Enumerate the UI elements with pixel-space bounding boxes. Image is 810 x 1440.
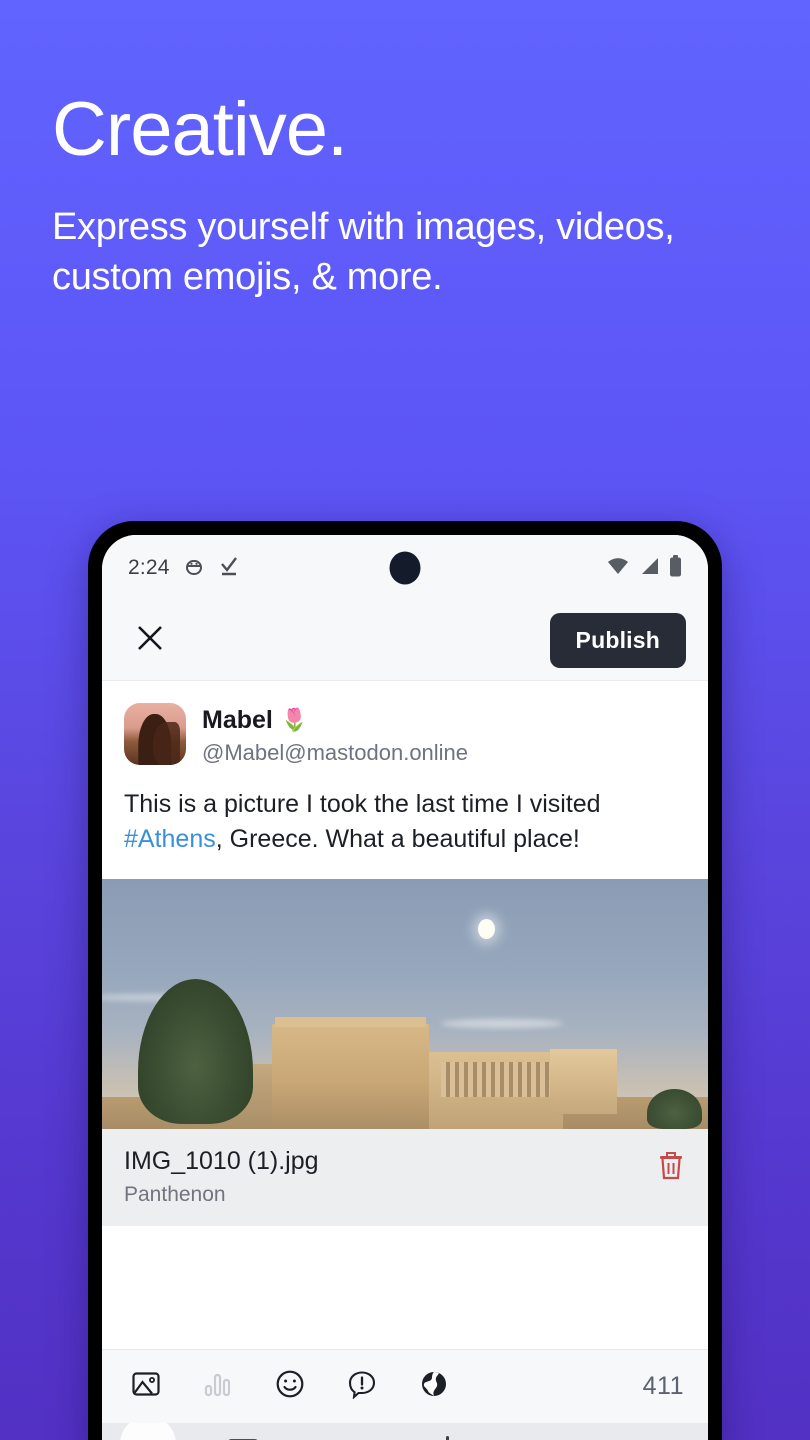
compose-action-bar: 411 [102, 1349, 708, 1423]
attachment-filename: IMG_1010 (1).jpg [124, 1147, 319, 1175]
compose-empty-space [102, 1226, 708, 1349]
account-text: Mabel 🌷 @Mabel@mastodon.online [202, 703, 468, 767]
hashtag-link[interactable]: #Athens [124, 825, 216, 853]
status-bar-right [606, 554, 682, 582]
compose-text-part-2: , Greece. What a beautiful place! [215, 825, 580, 853]
camera-punch-hole [389, 551, 421, 585]
photo-cloud [441, 1019, 563, 1028]
attachment-description: Panthenon [124, 1183, 226, 1206]
account-display-name: Mabel 🌷 [202, 705, 468, 735]
page-title: Creative. [52, 87, 348, 172]
cellular-signal-icon [639, 557, 660, 580]
attachment-row[interactable]: IMG_1010 (1).jpg Panthenon [102, 1129, 708, 1226]
emoji-button[interactable] [270, 1367, 310, 1407]
attachment-info: IMG_1010 (1).jpg Panthenon [124, 1145, 319, 1208]
close-icon [135, 623, 165, 658]
android-debug-icon [184, 555, 204, 582]
account-name-text: Mabel [202, 706, 273, 734]
photo-columns [441, 1061, 557, 1097]
delete-attachment-button[interactable] [656, 1145, 686, 1186]
globe-icon [419, 1369, 449, 1404]
promo-copy: Creative. Express yourself with images, … [52, 88, 772, 302]
emoji-smiley-icon [275, 1369, 305, 1404]
photo-tree-right [647, 1089, 702, 1129]
page-subtitle: Express yourself with images, videos, cu… [52, 206, 675, 298]
wifi-icon [606, 557, 630, 580]
keyboard-suggestion-strip[interactable] [102, 1423, 708, 1440]
trash-icon [656, 1152, 686, 1185]
battery-icon [669, 554, 682, 582]
close-button[interactable] [128, 619, 172, 663]
add-poll-button[interactable] [198, 1367, 238, 1407]
content-warning-button[interactable] [342, 1367, 382, 1407]
compose-text-input[interactable]: This is a picture I took the last time I… [124, 771, 686, 879]
photo-moon [477, 919, 495, 939]
compose-text-part-1: This is a picture I took the last time I… [124, 790, 601, 818]
phone-screen: 2:24 Publish Mabel 🌷 @Mabel@mastodon.onl… [102, 535, 708, 1440]
download-complete-icon [218, 555, 240, 582]
status-bar: 2:24 [102, 535, 708, 601]
status-bar-clock: 2:24 [128, 556, 170, 579]
compose-area: Mabel 🌷 @Mabel@mastodon.online This is a… [102, 681, 708, 879]
phone-mockup: 2:24 Publish Mabel 🌷 @Mabel@mastodon.onl… [88, 521, 722, 1440]
poll-chart-icon [203, 1369, 233, 1404]
publish-button[interactable]: Publish [549, 613, 686, 668]
content-warning-icon [347, 1369, 377, 1404]
character-count: 411 [642, 1372, 684, 1400]
keyboard-mic-key[interactable] [120, 1423, 176, 1440]
avatar[interactable] [124, 703, 186, 765]
photo-ruin-main [271, 1017, 430, 1129]
media-preview[interactable] [102, 879, 708, 1129]
keyboard-key[interactable] [446, 1436, 449, 1440]
add-image-button[interactable] [126, 1367, 166, 1407]
visibility-button[interactable] [414, 1367, 454, 1407]
image-icon [131, 1369, 161, 1404]
tulip-emoji-icon: 🌷 [280, 707, 309, 732]
account-row: Mabel 🌷 @Mabel@mastodon.online [124, 697, 686, 771]
status-bar-left: 2:24 [128, 555, 240, 582]
photo-temple [550, 1049, 618, 1114]
compose-toolbar: Publish [102, 601, 708, 681]
account-handle: @Mabel@mastodon.online [202, 740, 469, 765]
